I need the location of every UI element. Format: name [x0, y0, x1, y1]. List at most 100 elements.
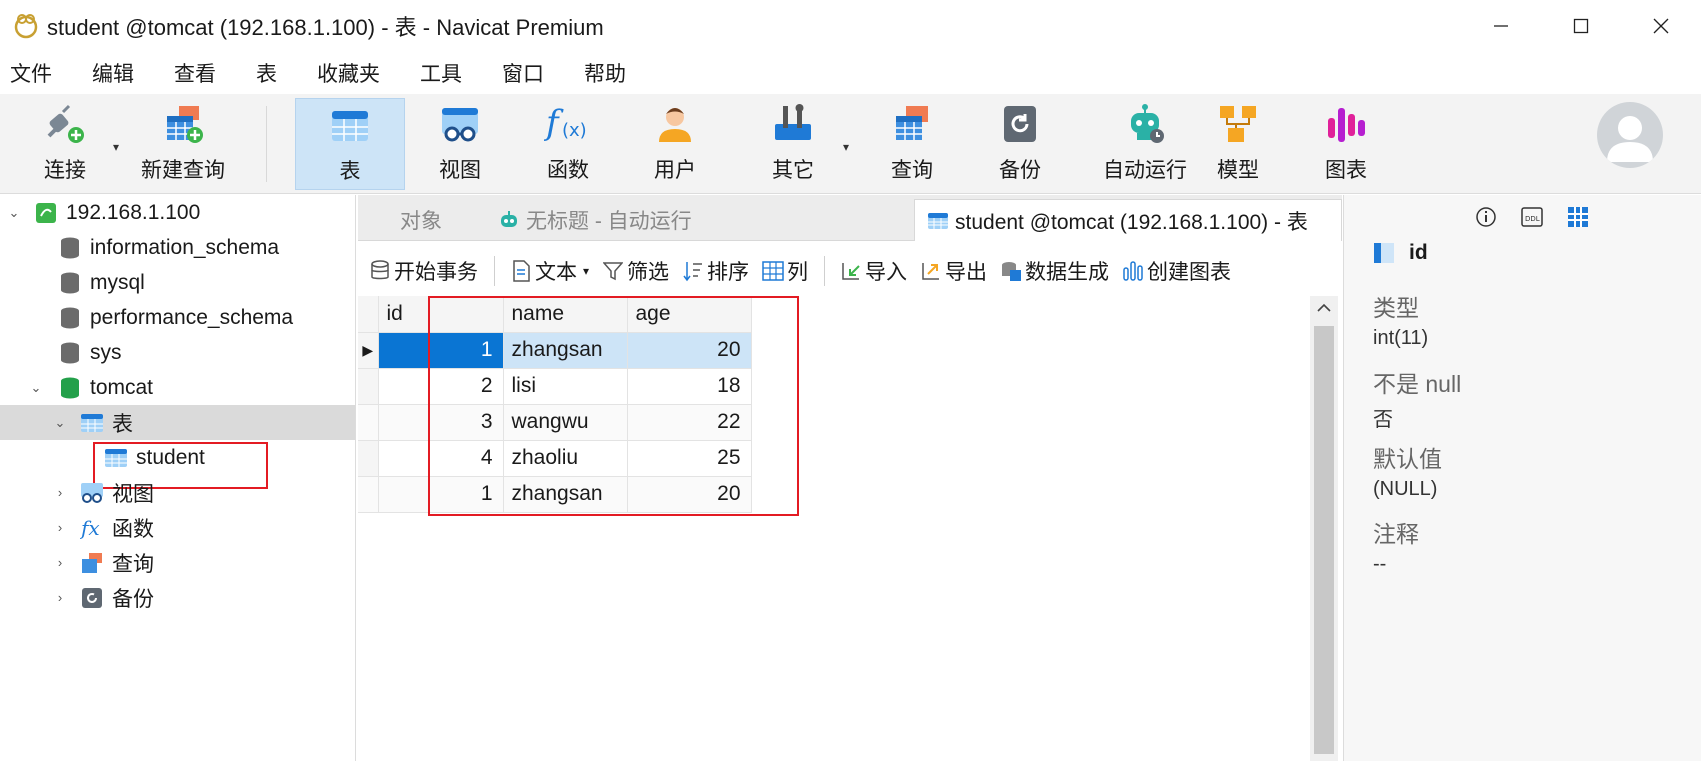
- title-bar: student @tomcat (192.168.1.100) - 表 - Na…: [0, 0, 1701, 52]
- tree-server[interactable]: ⌄ 192.168.1.100: [0, 195, 355, 230]
- property-label: 不是 null: [1373, 371, 1462, 397]
- action-label: 筛选: [627, 261, 670, 284]
- expand-arrow-icon[interactable]: ›: [52, 520, 68, 536]
- tab-student-table[interactable]: student @tomcat (192.168.1.100) - 表: [914, 199, 1342, 241]
- field-header: id: [1373, 241, 1673, 265]
- ddl-button[interactable]: DDL: [1520, 205, 1544, 229]
- minimize-icon: [1494, 25, 1508, 27]
- action-label: 导出: [945, 261, 988, 284]
- tree-db-sys[interactable]: sys: [0, 335, 355, 370]
- property-type: 类型 int(11): [1373, 289, 1673, 350]
- info-button[interactable]: [1474, 205, 1498, 229]
- database-name: performance_schema: [90, 305, 294, 329]
- collapse-arrow-icon[interactable]: ⌄: [28, 380, 44, 396]
- backup-icon: [1004, 106, 1036, 142]
- avatar-icon: [1607, 116, 1653, 162]
- tab-objects[interactable]: 对象: [358, 199, 484, 241]
- tree-db-information-schema[interactable]: information_schema: [0, 230, 355, 265]
- backup-label: 备份: [999, 159, 1041, 182]
- model-button[interactable]: 模型: [1203, 98, 1273, 190]
- server-name: 192.168.1.100: [66, 200, 201, 224]
- columns-button[interactable]: 列: [761, 256, 808, 286]
- database-icon: [61, 237, 79, 258]
- svg-text:(x): (x): [562, 120, 587, 141]
- new-query-button[interactable]: 新建查询: [130, 98, 236, 190]
- export-button[interactable]: 导出: [919, 256, 987, 286]
- query-button[interactable]: 查询: [877, 98, 947, 190]
- navicat-window: student @tomcat (192.168.1.100) - 表 - Na…: [0, 0, 1701, 761]
- row-indicator: [358, 404, 379, 441]
- menu-tools[interactable]: 工具: [420, 58, 462, 88]
- begin-transaction-button[interactable]: 开始事务: [368, 256, 478, 286]
- query-icon: [896, 106, 928, 140]
- menu-favorites[interactable]: 收藏夹: [317, 58, 380, 88]
- expand-arrow-icon[interactable]: ›: [52, 485, 68, 501]
- chart-button[interactable]: 图表: [1311, 98, 1381, 190]
- close-button[interactable]: [1621, 0, 1701, 52]
- svg-text:fx: fx: [80, 517, 100, 539]
- automation-button[interactable]: 自动运行: [1085, 98, 1205, 190]
- expand-arrow-icon[interactable]: ›: [52, 590, 68, 606]
- tree-group-views[interactable]: › 视图: [0, 475, 355, 510]
- view-button[interactable]: 视图: [425, 98, 495, 190]
- menu-help[interactable]: 帮助: [584, 58, 626, 88]
- scrollbar-thumb[interactable]: [1314, 326, 1334, 754]
- action-separator: [494, 256, 495, 286]
- connect-button[interactable]: 连接: [30, 98, 100, 190]
- tree-group-functions[interactable]: › fx 函数: [0, 510, 355, 545]
- data-generation-icon: [1002, 262, 1022, 281]
- table-button[interactable]: 表: [295, 98, 405, 190]
- tree-db-tomcat[interactable]: ⌄ tomcat: [0, 370, 355, 405]
- vertical-scrollbar[interactable]: [1310, 296, 1338, 761]
- menu-view[interactable]: 查看: [174, 58, 216, 88]
- table-properties-button[interactable]: [1566, 205, 1590, 229]
- data-generation-button[interactable]: 数据生成: [999, 256, 1109, 286]
- properties-panel: DDL id 类型 int(11) 不是 null 否 默认值 (NULL) 注…: [1343, 195, 1701, 761]
- property-value: 否: [1373, 409, 1393, 431]
- collapse-arrow-icon[interactable]: ⌄: [52, 415, 68, 431]
- tree-db-performance-schema[interactable]: performance_schema: [0, 300, 355, 335]
- other-label: 其它: [772, 159, 814, 182]
- functions-group-label: 函数: [112, 517, 154, 541]
- collapse-arrow-icon[interactable]: ⌄: [6, 205, 22, 221]
- database-icon: [61, 342, 79, 363]
- tab-untitled-automation[interactable]: 无标题 - 自动运行: [486, 199, 846, 241]
- filter-button[interactable]: 筛选: [601, 256, 669, 286]
- other-dropdown-caret-icon[interactable]: ▾: [843, 140, 849, 154]
- window-controls: [1461, 0, 1701, 52]
- minimize-button[interactable]: [1461, 0, 1541, 52]
- menu-bar: 文件 编辑 查看 表 收藏夹 工具 窗口 帮助: [0, 52, 1701, 94]
- expand-arrow-icon[interactable]: ›: [52, 555, 68, 571]
- import-button[interactable]: 导入: [839, 256, 907, 286]
- user-button[interactable]: 用户: [640, 98, 710, 190]
- menu-edit[interactable]: 编辑: [92, 58, 134, 88]
- sort-button[interactable]: 排序: [681, 256, 749, 286]
- connect-dropdown-caret-icon[interactable]: ▾: [113, 140, 119, 154]
- chart-icon: [1328, 108, 1365, 142]
- maximize-button[interactable]: [1541, 0, 1621, 52]
- transaction-icon: [371, 260, 389, 280]
- create-chart-button[interactable]: 创建图表: [1121, 256, 1231, 286]
- function-label: 函数: [547, 159, 589, 182]
- menu-file[interactable]: 文件: [10, 58, 52, 88]
- tree-group-backups[interactable]: › 备份: [0, 580, 355, 615]
- action-label: 创建图表: [1147, 261, 1232, 284]
- menu-window[interactable]: 窗口: [502, 58, 544, 88]
- backup-button[interactable]: 备份: [985, 98, 1055, 190]
- database-name: mysql: [90, 270, 145, 294]
- function-button[interactable]: f (x) 函数: [533, 98, 603, 190]
- scroll-up-arrow-icon[interactable]: [1310, 296, 1338, 320]
- user-avatar[interactable]: [1597, 102, 1663, 168]
- model-icon: [1220, 106, 1256, 142]
- tree-group-queries[interactable]: › 查询: [0, 545, 355, 580]
- text-view-button[interactable]: 文本 ▾: [509, 256, 589, 286]
- columns-icon: [762, 261, 784, 281]
- other-button[interactable]: 其它: [758, 98, 828, 190]
- tree-db-mysql[interactable]: mysql: [0, 265, 355, 300]
- action-separator: [824, 256, 826, 286]
- menu-table[interactable]: 表: [256, 58, 277, 88]
- text-dropdown-caret-icon[interactable]: ▾: [583, 264, 589, 278]
- property-value: --: [1373, 553, 1387, 575]
- info-icon: [1476, 207, 1496, 227]
- tree-group-tables[interactable]: ⌄ 表: [0, 405, 355, 440]
